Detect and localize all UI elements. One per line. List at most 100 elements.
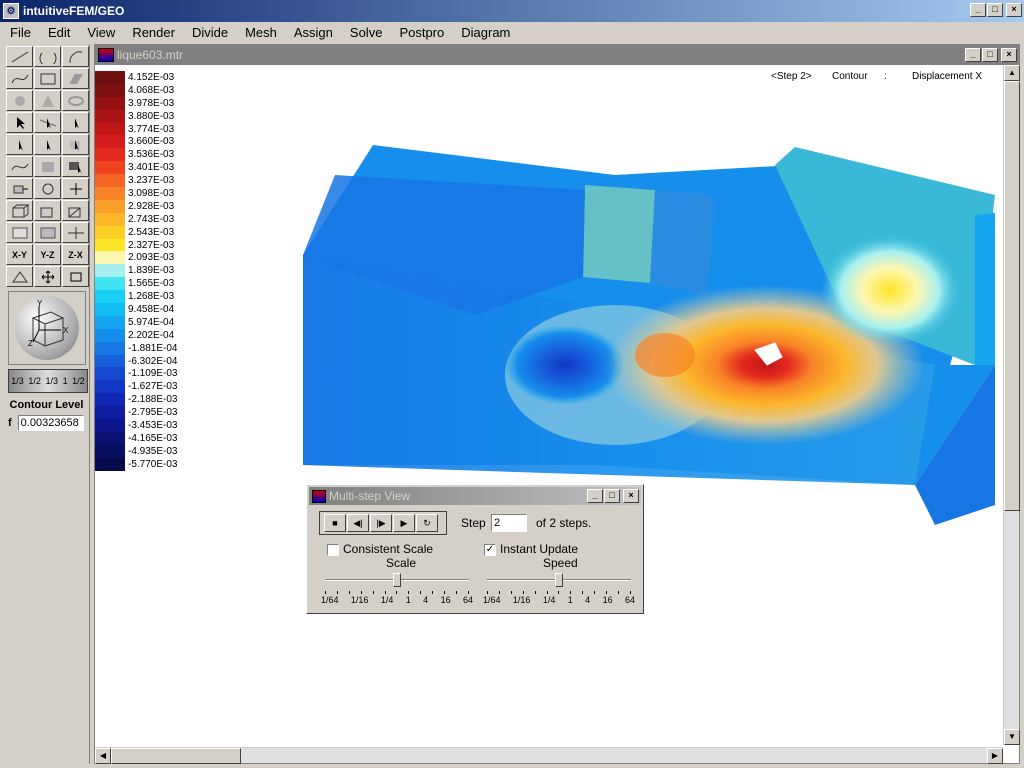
select-volume-tool[interactable] — [62, 134, 89, 155]
dialog-maximize-button[interactable]: □ — [604, 489, 620, 503]
app-icon[interactable]: ⚙ — [3, 3, 19, 19]
close-button[interactable]: × — [1006, 3, 1022, 17]
cone-tool[interactable] — [34, 90, 61, 111]
app-titlebar: ⚙ intuitiveFEM/GEO _ □ × — [0, 0, 1024, 22]
horizontal-scroll-thumb[interactable] — [111, 748, 241, 764]
perspective-tool[interactable] — [6, 266, 33, 287]
view-yz-button[interactable]: Y-Z — [34, 244, 61, 265]
pan-tool[interactable] — [34, 266, 61, 287]
maximize-button[interactable]: □ — [987, 3, 1003, 17]
scroll-up-arrow-icon[interactable]: ▲ — [1004, 65, 1020, 81]
speed-tick-0: 1/64 — [483, 595, 501, 605]
rectangle-tool[interactable] — [34, 68, 61, 89]
scale-tick-3: 1 — [405, 595, 411, 605]
arc-tool[interactable] — [34, 46, 61, 67]
doc-minimize-button[interactable]: _ — [965, 48, 981, 62]
zoom-scale-0[interactable]: 1/3 — [11, 376, 24, 386]
view-zx-button[interactable]: Z-X — [62, 244, 89, 265]
menu-assign[interactable]: Assign — [284, 25, 340, 40]
cut-box-tool[interactable] — [62, 200, 89, 221]
contour-model[interactable] — [95, 65, 1003, 745]
render-canvas[interactable]: 4.152E-03 4.068E-03 3.978E-03 3.880E-03 3.77… — [95, 65, 1003, 745]
face-edit-tool[interactable] — [34, 156, 61, 177]
menu-postpro[interactable]: Postpro — [389, 25, 451, 40]
zoom-scale-strip[interactable]: 1/3 1/2 1/3 1 1/2 — [8, 369, 88, 393]
surface-tool[interactable] — [62, 68, 89, 89]
scale-label: Scale — [386, 556, 417, 570]
menu-divide[interactable]: Divide — [182, 25, 235, 40]
playback-controls: ■ ◀| |▶ ▶ ↻ — [319, 511, 447, 535]
grid-tool[interactable] — [6, 222, 33, 243]
consistent-scale-checkbox[interactable] — [327, 543, 339, 556]
sphere-tool[interactable] — [6, 90, 33, 111]
zoom-scale-3[interactable]: 1 — [63, 376, 68, 386]
instant-update-option[interactable]: ✓ Instant Update — [484, 542, 578, 556]
loop-button[interactable]: ↻ — [416, 514, 438, 532]
instant-update-checkbox[interactable]: ✓ — [484, 543, 496, 556]
torus-tool[interactable] — [62, 90, 89, 111]
svg-text:Y: Y — [37, 299, 43, 308]
scale-tool[interactable] — [62, 178, 89, 199]
horizontal-scrollbar[interactable]: ◀ ▶ — [95, 747, 1003, 764]
orientation-globe-icon[interactable]: Y X Z — [15, 296, 79, 360]
curve-edit-tool[interactable] — [6, 156, 33, 177]
document-window: lique603.mtr _ □ × 4.152E-03 4.068E-03 3.9… — [94, 44, 1020, 764]
menu-solve[interactable]: Solve — [340, 25, 390, 40]
view-xy-button[interactable]: X-Y — [6, 244, 33, 265]
zoom-scale-1[interactable]: 1/2 — [28, 376, 41, 386]
document-titlebar: lique603.mtr _ □ × — [95, 45, 1019, 65]
section-tool[interactable] — [62, 222, 89, 243]
select-point-tool[interactable] — [6, 134, 33, 155]
scroll-down-arrow-icon[interactable]: ▼ — [1004, 729, 1020, 745]
line-tool[interactable] — [6, 46, 33, 67]
vertical-scrollbar[interactable]: ▲ ▼ — [1003, 65, 1020, 745]
step-back-button[interactable]: ◀| — [347, 514, 369, 532]
speed-slider-knob[interactable] — [555, 573, 563, 587]
of-steps-label: of 2 steps. — [536, 516, 592, 530]
scale-slider-knob[interactable] — [393, 573, 401, 587]
doc-close-button[interactable]: × — [1001, 48, 1017, 62]
play-button[interactable]: ▶ — [393, 514, 415, 532]
zoom-scale-4[interactable]: 1/2 — [72, 376, 85, 386]
consistent-scale-option[interactable]: Consistent Scale — [327, 542, 433, 556]
move-tool[interactable] — [6, 178, 33, 199]
menu-render[interactable]: Render — [122, 25, 182, 40]
arc2-tool[interactable] — [62, 46, 89, 67]
menu-view[interactable]: View — [77, 25, 122, 40]
mesh-tool[interactable] — [34, 222, 61, 243]
view-orientation-panel[interactable]: Y X Z — [8, 291, 86, 365]
toolbox: X-Y Y-Z Z-X Y X Z 1/3 1/2 1/3 1 1/2 Cont… — [4, 44, 90, 764]
select-tool[interactable] — [6, 112, 33, 133]
menu-diagram[interactable]: Diagram — [451, 25, 517, 40]
vertical-scroll-thumb[interactable] — [1004, 81, 1020, 511]
step-label: Step — [461, 516, 486, 530]
minimize-button[interactable]: _ — [970, 3, 986, 17]
menu-edit[interactable]: Edit — [38, 25, 77, 40]
document-icon[interactable] — [98, 48, 114, 62]
dialog-titlebar[interactable]: Multi-step View _ □ × — [309, 487, 641, 505]
spline-tool[interactable] — [6, 68, 33, 89]
rotate-tool[interactable] — [34, 178, 61, 199]
speed-label: Speed — [543, 556, 578, 570]
step-input[interactable] — [491, 514, 527, 532]
contour-level-input[interactable] — [17, 415, 84, 431]
select-region-tool[interactable] — [34, 134, 61, 155]
doc-maximize-button[interactable]: □ — [982, 48, 998, 62]
box-tool[interactable] — [6, 200, 33, 221]
zoom-scale-2[interactable]: 1/3 — [45, 376, 58, 386]
speed-tick-3: 1 — [567, 595, 573, 605]
scale-tick-5: 16 — [440, 595, 451, 605]
scroll-right-arrow-icon[interactable]: ▶ — [987, 748, 1003, 764]
dialog-minimize-button[interactable]: _ — [587, 489, 603, 503]
stop-button[interactable]: ■ — [324, 514, 346, 532]
select-face-tool[interactable] — [62, 112, 89, 133]
scroll-left-arrow-icon[interactable]: ◀ — [95, 748, 111, 764]
menu-mesh[interactable]: Mesh — [235, 25, 284, 40]
dialog-close-button[interactable]: × — [623, 489, 639, 503]
mesh-box-tool[interactable] — [34, 200, 61, 221]
object-select-tool[interactable] — [62, 156, 89, 177]
step-forward-button[interactable]: |▶ — [370, 514, 392, 532]
menu-file[interactable]: File — [0, 25, 38, 40]
select-edge-tool[interactable] — [34, 112, 61, 133]
fit-view-tool[interactable] — [62, 266, 89, 287]
